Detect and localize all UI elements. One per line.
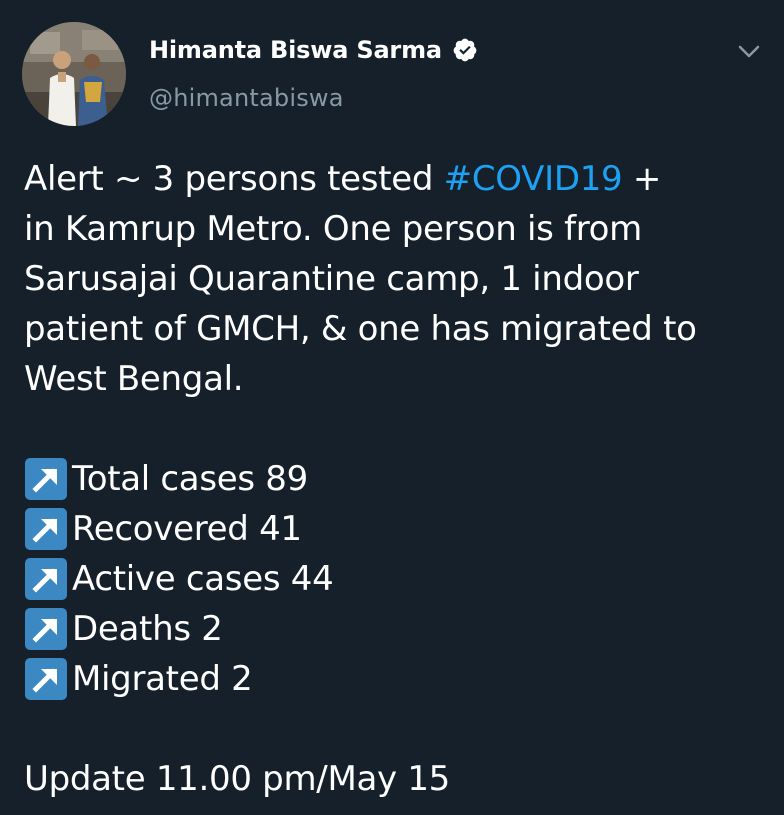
tweet-line-1-suffix: +	[622, 159, 662, 199]
tweet-card: Himanta Biswa Sarma @himantabiswa Alert …	[0, 0, 784, 815]
tweet-line-4: patient of GMCH, & one has migrated to	[24, 309, 697, 349]
author-name-row: Himanta Biswa Sarma	[149, 36, 478, 64]
tweet-line-2: in Kamrup Metro. One person is from	[24, 209, 642, 249]
tweet-text: Alert ~ 3 persons tested #COVID19 + in K…	[24, 154, 764, 804]
north-east-arrow-icon	[25, 608, 67, 650]
stat-label: Recovered 41	[72, 509, 302, 549]
hashtag-link[interactable]: #COVID19	[444, 159, 623, 199]
author-handle[interactable]: @himantabiswa	[149, 84, 344, 112]
tweet-line-1: Alert ~ 3 persons tested #COVID19 +	[24, 154, 764, 204]
chevron-down-icon[interactable]	[736, 42, 762, 62]
tweet-line-5: West Bengal.	[24, 359, 244, 399]
stat-recovered: Recovered 41	[24, 504, 764, 554]
stat-label: Active cases 44	[72, 559, 334, 599]
author-name[interactable]: Himanta Biswa Sarma	[149, 36, 442, 64]
stat-label: Total cases 89	[72, 459, 308, 499]
avatar[interactable]	[22, 22, 126, 126]
north-east-arrow-icon	[25, 558, 67, 600]
stat-active-cases: Active cases 44	[24, 554, 764, 604]
north-east-arrow-icon	[25, 508, 67, 550]
stat-migrated: Migrated 2	[24, 654, 764, 704]
tweet-line-3: Sarusajai Quarantine camp, 1 indoor	[24, 259, 639, 299]
north-east-arrow-icon	[25, 458, 67, 500]
north-east-arrow-icon	[25, 658, 67, 700]
stat-label: Deaths 2	[72, 609, 223, 649]
update-timestamp: Update 11.00 pm/May 15	[24, 759, 451, 799]
stat-label: Migrated 2	[72, 659, 253, 699]
stat-deaths: Deaths 2	[24, 604, 764, 654]
tweet-line-1-prefix: Alert ~ 3 persons tested	[24, 159, 444, 199]
verified-badge-icon	[453, 38, 477, 62]
stat-total-cases: Total cases 89	[24, 454, 764, 504]
